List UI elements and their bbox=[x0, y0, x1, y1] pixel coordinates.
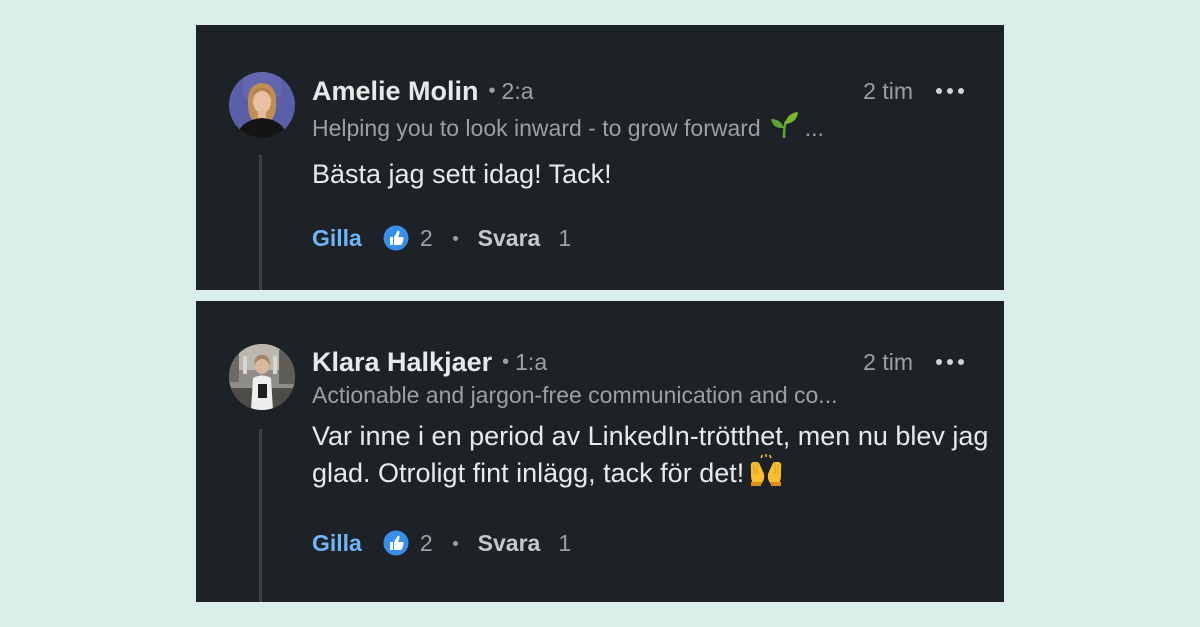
comment-actions: Gilla 2 Svara 1 bbox=[312, 528, 571, 558]
headline-text: Actionable and jargon-free communication… bbox=[312, 382, 838, 408]
like-button[interactable]: Gilla bbox=[312, 530, 362, 557]
avatar[interactable] bbox=[229, 72, 295, 138]
comment-card: Klara Halkjaer • 1:a 2 tim Actionable an… bbox=[196, 301, 1004, 602]
comment-text-content: Var inne i en period av LinkedIn-trötthe… bbox=[312, 421, 989, 488]
more-options-button[interactable] bbox=[936, 81, 964, 101]
author-name[interactable]: Amelie Molin bbox=[312, 76, 479, 107]
timestamp: 2 tim bbox=[863, 348, 913, 375]
author-headline: Actionable and jargon-free communication… bbox=[312, 382, 912, 409]
connection-degree: 1:a bbox=[515, 348, 548, 375]
thread-line bbox=[259, 155, 262, 290]
like-count: 2 bbox=[419, 529, 433, 556]
thread-line bbox=[259, 429, 262, 602]
separator-dot: • bbox=[502, 350, 510, 373]
timestamp: 2 tim bbox=[863, 77, 913, 104]
comment-header: Amelie Molin • 2:a 2 tim bbox=[312, 73, 1004, 109]
more-dot bbox=[936, 88, 942, 94]
author-name[interactable]: Klara Halkjaer bbox=[312, 347, 492, 378]
more-dot bbox=[936, 359, 942, 365]
more-dot bbox=[958, 88, 964, 94]
reply-button[interactable]: Svara bbox=[478, 530, 541, 557]
separator-dot: • bbox=[488, 79, 496, 102]
seedling-icon bbox=[769, 111, 799, 145]
comment-header: Klara Halkjaer • 1:a 2 tim bbox=[312, 344, 1004, 380]
author-headline: Helping you to look inward - to grow for… bbox=[312, 111, 912, 145]
like-button[interactable]: Gilla bbox=[312, 225, 362, 252]
comment-body: Amelie Molin • 2:a 2 tim Helping you to … bbox=[312, 73, 1004, 192]
reply-button[interactable]: Svara bbox=[478, 225, 541, 252]
headline-ellipsis: ... bbox=[804, 114, 824, 141]
like-count: 2 bbox=[419, 224, 433, 251]
headline-text: Helping you to look inward - to grow for… bbox=[312, 114, 761, 141]
reply-count: 1 bbox=[558, 224, 572, 251]
like-reaction-icon[interactable] bbox=[382, 529, 410, 557]
comment-text: Var inne i en period av LinkedIn-trötthe… bbox=[312, 419, 1004, 495]
more-options-button[interactable] bbox=[936, 352, 964, 372]
avatar[interactable] bbox=[229, 344, 295, 410]
more-dot bbox=[947, 88, 953, 94]
comment-text: Bästa jag sett idag! Tack! bbox=[312, 159, 612, 189]
connection-degree: 2:a bbox=[501, 77, 534, 104]
raised-hands-icon bbox=[748, 454, 784, 495]
more-dot bbox=[947, 359, 953, 365]
like-reaction-icon[interactable] bbox=[382, 224, 410, 252]
comment-card: Amelie Molin • 2:a 2 tim Helping you to … bbox=[196, 25, 1004, 290]
reply-count: 1 bbox=[558, 529, 572, 556]
comment-body: Klara Halkjaer • 1:a 2 tim Actionable an… bbox=[312, 344, 1004, 495]
more-dot bbox=[958, 359, 964, 365]
comment-actions: Gilla 2 Svara 1 bbox=[312, 223, 571, 253]
action-separator-dot bbox=[452, 540, 458, 546]
action-separator-dot bbox=[452, 235, 458, 241]
